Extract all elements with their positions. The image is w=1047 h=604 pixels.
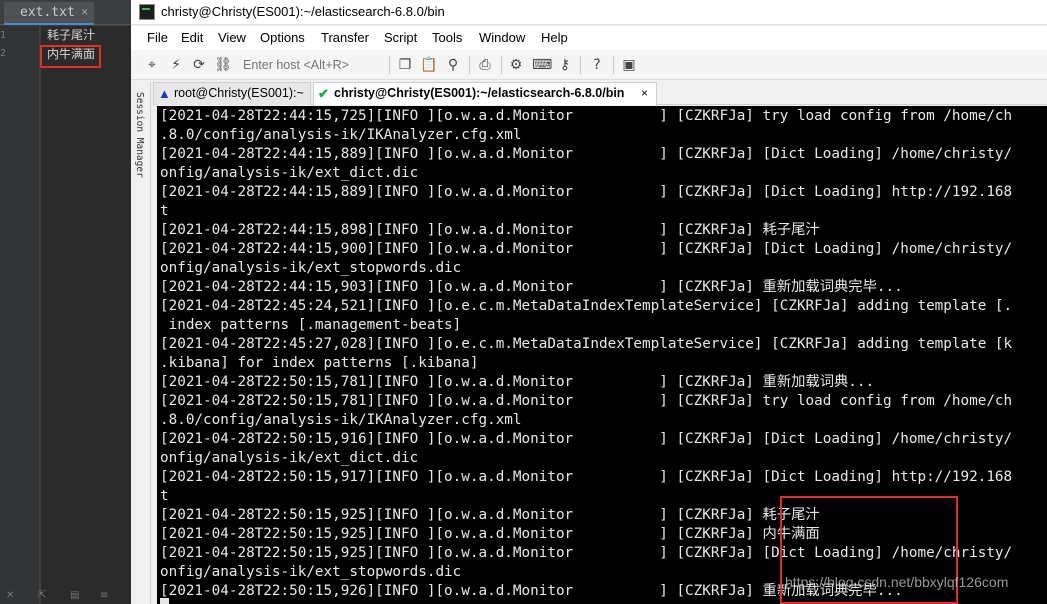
toolbar-separator — [389, 56, 390, 74]
paste-icon[interactable]: 📋 — [420, 56, 438, 74]
host-input[interactable] — [239, 55, 387, 75]
sftp-icon[interactable]: ⚷ — [556, 56, 574, 74]
terminal-line: onfig/analysis-ik/ext_dict.dic — [160, 165, 419, 181]
menu-script[interactable]: Script — [384, 30, 417, 45]
terminal-line: onfig/analysis-ik/ext_stopwords.dic — [160, 260, 462, 276]
menu-bar: File Edit View Options Transfer Script T… — [131, 26, 1047, 50]
editor-status-icons: ✕ ⇱ ▤ ≡ — [0, 590, 131, 604]
editor-tab-ext-txt[interactable]: ext.txt ✕ — [4, 2, 94, 25]
close-icon[interactable]: × — [641, 86, 648, 100]
terminal-line: .8.0/config/analysis-ik/IKAnalyzer.cfg.x… — [160, 412, 522, 428]
terminal-line: t — [160, 488, 169, 504]
terminal-line: .kibana] for index patterns [.kibana] — [160, 355, 479, 371]
connected-check-icon: ✔ — [318, 86, 329, 101]
close-icon[interactable]: ✕ — [6, 590, 14, 601]
terminal-line: [2021-04-28T22:45:24,521][INFO ][o.e.c.m… — [160, 298, 1013, 314]
editor-line: 耗子尾汁 — [47, 28, 96, 42]
toolbar-separator — [613, 56, 614, 74]
toolbar: ⌖ ⚡ ⟳ ⛓ ❐ 📋 ⚲ ⎙ ⚙ ⌨ ⚷ ? ▣ — [131, 50, 1047, 80]
terminal-line: [2021-04-28T22:44:15,889][INFO ][o.w.a.d… — [160, 146, 1013, 162]
terminal-line: [2021-04-28T22:50:15,781][INFO ][o.w.a.d… — [160, 393, 1013, 409]
close-icon[interactable]: ✕ — [81, 5, 88, 18]
toolbar-separator — [469, 56, 470, 74]
terminal-line: [2021-04-28T22:44:15,889][INFO ][o.w.a.d… — [160, 184, 1013, 200]
settings-icon[interactable]: ⚙ — [507, 56, 525, 74]
editor-pane: ext.txt ✕ 1 2 耗子尾汁 内牛满面 ✕ ⇱ ▤ ≡ — [0, 0, 131, 604]
title-bar: christy@Christy(ES001):~/elasticsearch-6… — [131, 0, 1047, 25]
terminal-line: onfig/analysis-ik/ext_stopwords.dic — [160, 564, 462, 580]
quick-connect-icon[interactable]: ⚡ — [167, 56, 185, 74]
find-icon[interactable]: ⚲ — [444, 56, 462, 74]
editor-text-area[interactable]: 耗子尾汁 内牛满面 — [41, 26, 131, 604]
reconnect-icon[interactable]: ⟳ — [190, 56, 208, 74]
terminal-output[interactable]: [2021-04-28T22:44:15,725][INFO ][o.w.a.d… — [157, 106, 1047, 604]
terminal-line: index patterns [.management-beats] — [160, 317, 462, 333]
terminal-line: [2021-04-28T22:44:15,898][INFO ][o.w.a.d… — [160, 222, 820, 238]
terminal-line: onfig/analysis-ik/ext_dict.dic — [160, 450, 419, 466]
screen-icon[interactable]: ▣ — [620, 56, 638, 74]
menu-window[interactable]: Window — [479, 30, 525, 45]
terminal-app-icon — [139, 4, 155, 20]
tab-label: christy@Christy(ES001):~/elasticsearch-6… — [334, 86, 625, 100]
terminal-cursor — [160, 598, 169, 604]
line-number-gutter: 1 2 — [0, 26, 40, 604]
terminal-line: [2021-04-28T22:50:15,925][INFO ][o.w.a.d… — [160, 526, 820, 542]
keymap-icon[interactable]: ⌨ — [532, 56, 552, 74]
tab-christy-session[interactable]: ✔ christy@Christy(ES001):~/elasticsearch… — [313, 82, 657, 105]
menu-tools[interactable]: Tools — [432, 30, 462, 45]
session-manager-label: Session Manager — [134, 92, 145, 178]
print-icon[interactable]: ⎙ — [476, 56, 494, 74]
terminal-line: [2021-04-28T22:45:27,028][INFO ][o.e.c.m… — [160, 336, 1013, 352]
menu-help[interactable]: Help — [541, 30, 568, 45]
help-icon[interactable]: ? — [588, 56, 606, 74]
menu-transfer[interactable]: Transfer — [321, 30, 369, 45]
menu-edit[interactable]: Edit — [181, 30, 203, 45]
session-tab-bar: ▲ root@Christy(ES001):~ ✔ christy@Christ… — [153, 81, 1047, 105]
terminal-line: t — [160, 203, 169, 219]
terminal-line: [2021-04-28T22:44:15,725][INFO ][o.w.a.d… — [160, 108, 1013, 124]
terminal-line: [2021-04-28T22:50:15,916][INFO ][o.w.a.d… — [160, 431, 1013, 447]
terminal-line: [2021-04-28T22:44:15,903][INFO ][o.w.a.d… — [160, 279, 903, 295]
terminal-line: [2021-04-28T22:50:15,925][INFO ][o.w.a.d… — [160, 507, 820, 523]
tab-label: root@Christy(ES001):~ — [174, 86, 304, 100]
tab-root-session[interactable]: ▲ root@Christy(ES001):~ — [153, 82, 311, 105]
toolbar-separator — [580, 56, 581, 74]
panel-icon[interactable]: ▤ — [70, 590, 79, 601]
terminal-line: .8.0/config/analysis-ik/IKAnalyzer.cfg.x… — [160, 127, 522, 143]
editor-tab-bar: ext.txt ✕ — [0, 0, 131, 25]
copy-icon[interactable]: ❐ — [396, 56, 414, 74]
toolbar-separator — [501, 56, 502, 74]
disconnect-icon[interactable]: ⛓ — [214, 56, 232, 74]
line-number: 2 — [0, 48, 7, 59]
editor-tab-label: ext.txt — [20, 5, 75, 20]
menu-icon[interactable]: ≡ — [100, 590, 108, 601]
menu-file[interactable]: File — [147, 30, 168, 45]
session-manager-panel[interactable]: Session Manager — [131, 82, 151, 604]
line-number: 1 — [0, 30, 7, 41]
menu-view[interactable]: View — [218, 30, 246, 45]
expand-icon[interactable]: ⇱ — [38, 590, 46, 601]
window-title: christy@Christy(ES001):~/elasticsearch-6… — [161, 4, 445, 19]
menu-options[interactable]: Options — [260, 30, 305, 45]
warning-icon: ▲ — [158, 86, 171, 101]
securecrt-window: christy@Christy(ES001):~/elasticsearch-6… — [131, 0, 1047, 604]
watermark: https://blog.csdn.net/bbxylqf126com — [785, 574, 1009, 590]
terminal-line: [2021-04-28T22:50:15,781][INFO ][o.w.a.d… — [160, 374, 875, 390]
connect-icon[interactable]: ⌖ — [143, 56, 161, 74]
terminal-line: [2021-04-28T22:50:15,917][INFO ][o.w.a.d… — [160, 469, 1013, 485]
editor-highlight-box — [40, 45, 101, 68]
terminal-line: [2021-04-28T22:44:15,900][INFO ][o.w.a.d… — [160, 241, 1013, 257]
